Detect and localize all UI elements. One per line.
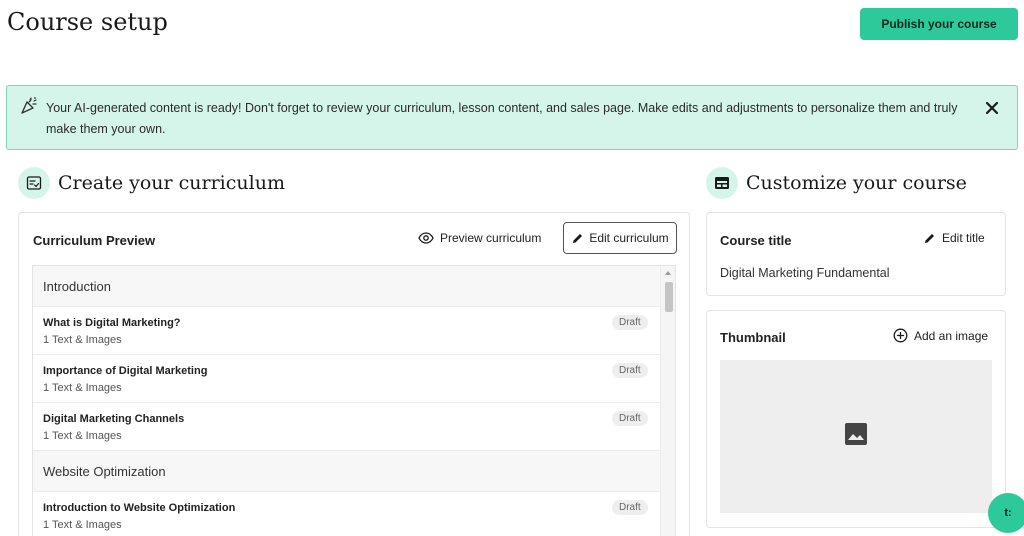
lesson-meta: 1 Text & Images: [43, 382, 122, 394]
lesson-item[interactable]: Importance of Digital Marketing 1 Text &…: [33, 355, 660, 403]
draft-badge: Draft: [612, 411, 648, 426]
draft-badge: Draft: [612, 315, 648, 330]
eye-icon: [418, 232, 434, 244]
pencil-icon: [925, 233, 934, 243]
lesson-meta: 1 Text & Images: [43, 334, 122, 346]
chat-widget-button[interactable]: t:: [988, 493, 1024, 533]
chapter-header[interactable]: Introduction: [33, 266, 660, 307]
lesson-item[interactable]: Introduction to Website Optimization 1 T…: [33, 492, 660, 536]
edit-title-label: Edit title: [942, 231, 985, 245]
lesson-meta: 1 Text & Images: [43, 430, 122, 442]
scroll-up-arrow-icon[interactable]: [665, 271, 671, 275]
customize-section-header: Customize your course: [706, 167, 967, 199]
publish-course-button[interactable]: Publish your course: [860, 8, 1018, 40]
image-icon: [844, 422, 868, 451]
customize-section-title: Customize your course: [746, 172, 967, 194]
curriculum-section-title: Create your curriculum: [58, 172, 285, 194]
party-popper-icon: [19, 96, 39, 116]
list-scrollbar[interactable]: [660, 266, 675, 536]
lesson-meta: 1 Text & Images: [43, 519, 122, 531]
ai-ready-alert: Your AI-generated content is ready! Don'…: [6, 85, 1018, 150]
add-image-label: Add an image: [914, 328, 989, 343]
edit-curriculum-button[interactable]: Edit curriculum: [563, 222, 677, 254]
curriculum-icon: [18, 167, 50, 199]
pencil-icon: [573, 233, 583, 243]
lesson-item[interactable]: What is Digital Marketing? 1 Text & Imag…: [33, 307, 660, 355]
alert-message: Your AI-generated content is ready! Don'…: [46, 101, 958, 136]
layout-icon: [706, 167, 738, 199]
edit-curriculum-label: Edit curriculum: [589, 231, 669, 245]
close-alert-icon[interactable]: [981, 97, 1003, 119]
preview-curriculum-label: Preview curriculum: [440, 231, 542, 245]
add-image-button[interactable]: Add an image: [893, 328, 988, 343]
course-title-label: Course title: [720, 233, 792, 248]
course-title-card: Course title Edit title: [706, 212, 1006, 296]
lesson-title: Introduction to Website Optimization: [43, 502, 236, 514]
preview-curriculum-button[interactable]: Preview curriculum: [418, 231, 541, 245]
lesson-title: Importance of Digital Marketing: [43, 365, 208, 377]
curriculum-section-header: Create your curriculum: [18, 167, 285, 199]
plus-circle-icon: [893, 328, 908, 343]
curriculum-list: Introduction What is Digital Marketing? …: [32, 265, 676, 536]
chapter-header[interactable]: Website Optimization: [33, 451, 660, 492]
page-title: Course setup: [7, 8, 168, 36]
scrollbar-thumb[interactable]: [665, 282, 673, 312]
edit-title-button[interactable]: Edit title: [923, 231, 985, 245]
curriculum-preview-title: Curriculum Preview: [33, 233, 156, 248]
lesson-title: Digital Marketing Channels: [43, 413, 185, 425]
thumbnail-label: Thumbnail: [720, 330, 786, 345]
course-title-value: Digital Marketing Fundamental: [720, 266, 890, 280]
thumbnail-placeholder[interactable]: [720, 360, 992, 513]
lesson-item[interactable]: Digital Marketing Channels 1 Text & Imag…: [33, 403, 660, 451]
draft-badge: Draft: [612, 363, 648, 378]
draft-badge: Draft: [612, 500, 648, 515]
lesson-title: What is Digital Marketing?: [43, 317, 181, 329]
